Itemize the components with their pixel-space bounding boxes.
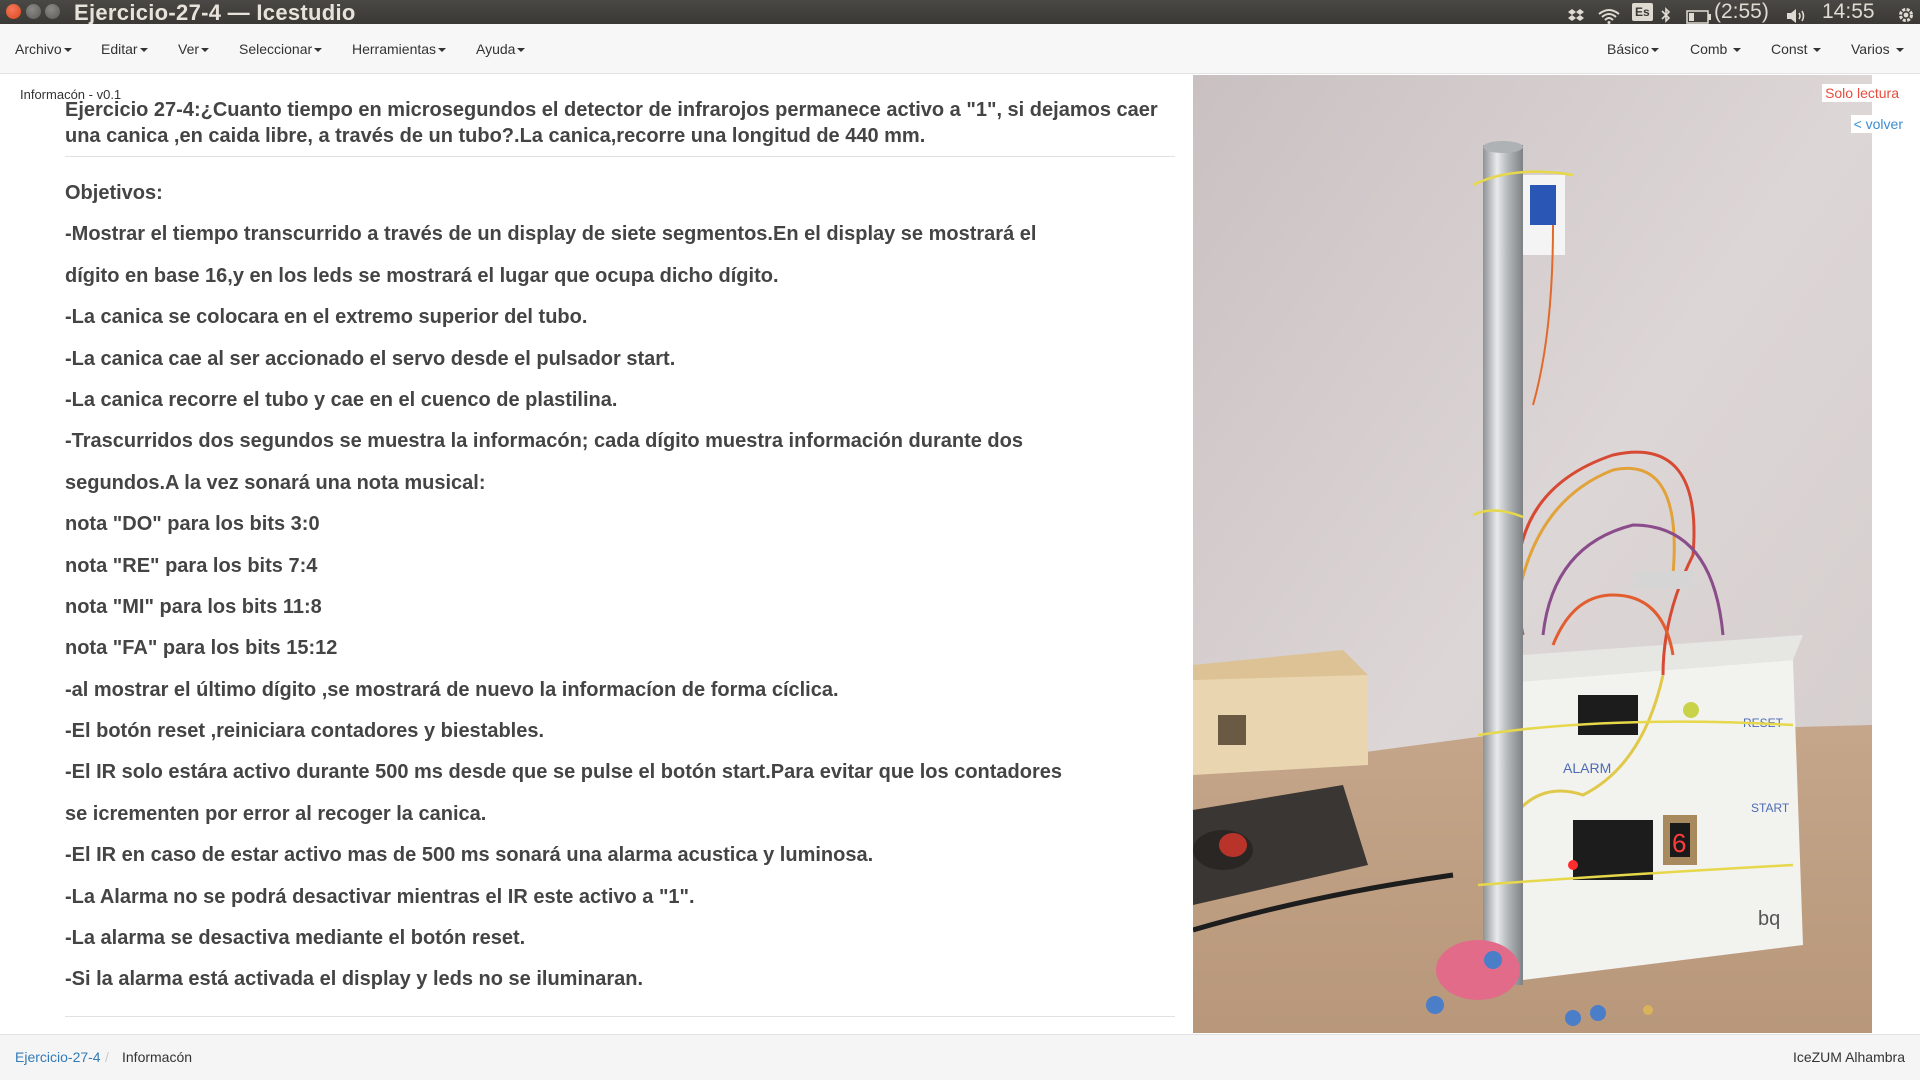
- text-line: -al mostrar el último dígito ,se mostrar…: [65, 678, 839, 701]
- breadcrumb-separator: /: [105, 1049, 109, 1065]
- menu-archivo[interactable]: Archivo: [15, 24, 72, 74]
- menu-comb-label: Comb: [1690, 41, 1728, 57]
- text-line: nota "MI" para los bits 11:8: [65, 595, 322, 618]
- menu-basico[interactable]: Básico: [1607, 24, 1660, 74]
- text-line: -La alarma se desactiva mediante el botó…: [65, 927, 526, 950]
- menu-varios[interactable]: Varios: [1851, 24, 1904, 74]
- bq-logo: bq: [1758, 908, 1780, 930]
- window-title: Ejercicio-27-4 — Icestudio: [74, 0, 356, 25]
- menu-varios-label: Varios: [1851, 41, 1890, 57]
- text-line: -Mostrar el tiempo transcurrido a través…: [65, 223, 1037, 246]
- readonly-badge: Solo lectura: [1822, 84, 1902, 102]
- breadcrumb-project[interactable]: Ejercicio-27-4: [15, 1035, 101, 1079]
- caret-down-icon: [1651, 48, 1660, 53]
- menu-comb[interactable]: Comb: [1690, 24, 1742, 74]
- text-line: -La canica recorre el tubo y cae en el c…: [65, 388, 618, 411]
- text-line: -El botón reset ,reiniciara contadores y…: [65, 720, 545, 743]
- maximize-icon[interactable]: [45, 4, 60, 19]
- close-icon[interactable]: [6, 4, 21, 19]
- text-line: -El IR solo estára activo durante 500 ms…: [65, 761, 1062, 784]
- menu-editar[interactable]: Editar: [101, 24, 148, 74]
- board-name[interactable]: IceZUM Alhambra: [1793, 1035, 1905, 1079]
- objectives-text: Objetivos: -Mostrar el tiempo transcurri…: [65, 175, 1175, 1003]
- text-line: -El IR en caso de estar activo mas de 50…: [65, 844, 874, 867]
- menu-ver[interactable]: Ver: [178, 24, 210, 74]
- battery-time: (2:55): [1714, 0, 1769, 23]
- menu-herramientas[interactable]: Herramientas: [352, 24, 447, 74]
- text-line: nota "DO" para los bits 3:0: [65, 513, 320, 536]
- keyboard-layout-indicator[interactable]: Es: [1632, 3, 1653, 21]
- exercise-title: Ejercicio 27-4:¿Cuanto tiempo en microse…: [65, 99, 1158, 147]
- text-line: -Si la alarma está activada el display y…: [65, 968, 644, 991]
- minimize-icon[interactable]: [26, 4, 41, 19]
- breadcrumb-current: Informacón: [122, 1049, 193, 1065]
- caret-down-icon: [314, 48, 323, 53]
- text-line: nota "RE" para los bits 7:4: [65, 554, 318, 577]
- seven-segment-digit: 6: [1672, 828, 1686, 858]
- caret-down-icon: [63, 48, 72, 53]
- text-line: -La Alarma no se podrá desactivar mientr…: [65, 885, 695, 908]
- os-top-bar: Ejercicio-27-4 — Icestudio Es (2:55) 14:…: [0, 0, 1920, 25]
- menu-const-label: Const: [1771, 41, 1808, 57]
- alarm-label: ALARM: [1563, 760, 1611, 776]
- text-line: -La canica cae al ser accionado el servo…: [65, 347, 676, 370]
- menu-ver-label: Ver: [178, 41, 200, 57]
- menu-seleccionar[interactable]: Seleccionar: [239, 24, 323, 74]
- text-line: -Trascurridos dos segundos se muestra la…: [65, 430, 1023, 453]
- menu-basico-label: Básico: [1607, 41, 1650, 57]
- menu-seleccionar-label: Seleccionar: [239, 41, 313, 57]
- back-link[interactable]: < volver: [1850, 115, 1906, 133]
- caret-down-icon: [139, 48, 148, 53]
- text-line: dígito en base 16,y en los leds se mostr…: [65, 264, 779, 287]
- divider: [65, 1016, 1175, 1017]
- menu-ayuda-label: Ayuda: [476, 41, 516, 57]
- setup-photo: ALARM RESET START bq 6: [1193, 75, 1872, 1033]
- text-line: nota "FA" para los bits 15:12: [65, 637, 338, 660]
- text-line: se icrementen por error al recoger la ca…: [65, 802, 487, 825]
- menu-ayuda[interactable]: Ayuda: [476, 24, 526, 74]
- menu-bar: Archivo Editar Ver Seleccionar Herramien…: [0, 24, 1920, 74]
- caret-down-icon: [201, 48, 210, 53]
- menu-const[interactable]: Const: [1771, 24, 1822, 74]
- menu-herramientas-label: Herramientas: [352, 41, 437, 57]
- setup-photo-illustration: ALARM RESET START bq 6: [1193, 75, 1872, 1033]
- caret-down-icon: [1733, 48, 1742, 53]
- info-content: Ejercicio 27-4:¿Cuanto tiempo en microse…: [65, 97, 1175, 149]
- text-line: -La canica se colocara en el extremo sup…: [65, 306, 588, 329]
- clock[interactable]: 14:55: [1822, 0, 1875, 24]
- menu-editar-label: Editar: [101, 41, 138, 57]
- menu-archivo-label: Archivo: [15, 41, 62, 57]
- divider: [65, 156, 1175, 157]
- start-label: START: [1751, 801, 1790, 815]
- caret-down-icon: [517, 48, 526, 53]
- footer-bar: Ejercicio-27-4 / Informacón IceZUM Alham…: [0, 1034, 1920, 1080]
- caret-down-icon: [1895, 48, 1904, 53]
- caret-down-icon: [438, 48, 447, 53]
- caret-down-icon: [1813, 48, 1822, 53]
- text-line: Objetivos:: [65, 182, 163, 204]
- text-line: segundos.A la vez sonará una nota musica…: [65, 471, 486, 494]
